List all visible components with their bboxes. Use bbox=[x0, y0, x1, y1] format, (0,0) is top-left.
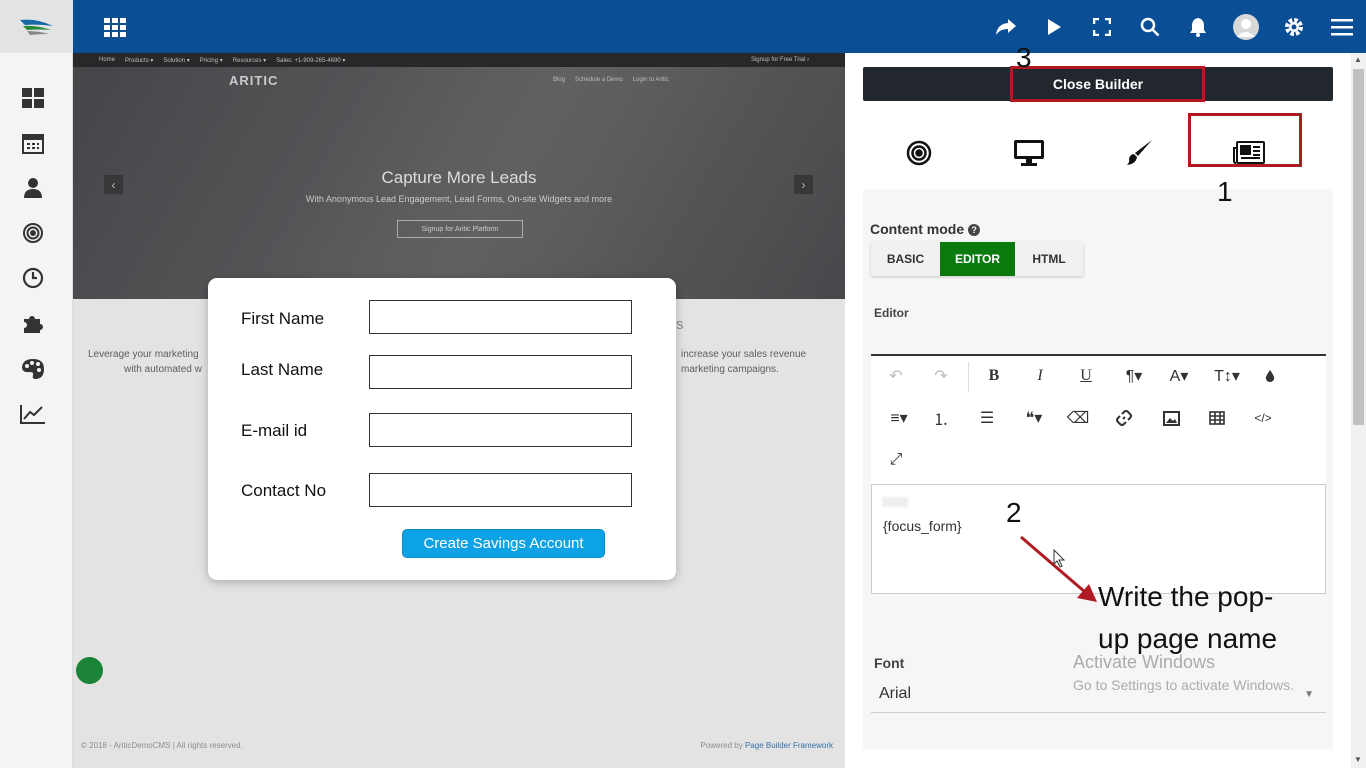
table-icon[interactable] bbox=[1203, 404, 1231, 432]
mode-editor-button[interactable]: EDITOR bbox=[940, 242, 1015, 276]
first-name-label: First Name bbox=[241, 309, 325, 328]
annotation-number-1: 1 bbox=[1217, 176, 1233, 207]
italic-icon[interactable]: I bbox=[1026, 362, 1054, 390]
undo-icon[interactable]: ↶ bbox=[882, 362, 910, 390]
activate-windows-subtitle: Go to Settings to activate Windows. bbox=[1073, 677, 1294, 693]
play-icon[interactable] bbox=[1030, 0, 1078, 53]
clock-icon[interactable] bbox=[20, 265, 46, 291]
code-view-icon[interactable]: </> bbox=[1249, 404, 1277, 432]
top-bar bbox=[0, 0, 1366, 53]
scroll-down-icon[interactable]: ▼ bbox=[1354, 755, 1362, 764]
editor-toolbar: ↶ ↷ B I U ¶▾ A▾ T↕▾ ≡▾ ⒈ ☰ ❝▾ ⌫ </> ⤢ bbox=[871, 354, 1326, 484]
annotation-arrow-icon bbox=[1020, 535, 1097, 602]
palette-icon[interactable] bbox=[20, 356, 46, 382]
search-icon[interactable] bbox=[1126, 0, 1174, 53]
gear-icon[interactable] bbox=[1270, 0, 1318, 53]
contacts-user-icon[interactable] bbox=[20, 175, 46, 201]
contact-label: Contact No bbox=[241, 481, 327, 500]
quote-icon[interactable]: ❝▾ bbox=[1017, 404, 1051, 432]
fullscreen-icon[interactable] bbox=[1078, 0, 1126, 53]
email-input[interactable] bbox=[369, 413, 632, 447]
bold-icon[interactable]: B bbox=[980, 362, 1008, 390]
calendar-icon[interactable] bbox=[20, 130, 46, 156]
annotation-box-close-builder bbox=[1010, 66, 1205, 102]
help-icon[interactable]: ? bbox=[968, 224, 981, 236]
font-select-value: Arial bbox=[879, 684, 912, 702]
content-mode-title: Content mode? bbox=[870, 221, 981, 237]
image-icon[interactable] bbox=[1157, 404, 1185, 432]
annotation-note: Write the pop-up page name bbox=[1098, 581, 1278, 654]
annotation-number-3: 3 bbox=[1016, 42, 1032, 73]
email-label: E-mail id bbox=[241, 421, 308, 440]
mouse-cursor-icon bbox=[1053, 549, 1066, 568]
ordered-list-icon[interactable]: ⒈ bbox=[927, 404, 955, 432]
top-toolbar bbox=[982, 0, 1366, 53]
mode-html-button[interactable]: HTML bbox=[1015, 242, 1083, 276]
blurred-text bbox=[882, 497, 908, 507]
popup-form-modal: First Name Last Name E-mail id Contact N… bbox=[208, 278, 676, 580]
redo-icon[interactable]: ↷ bbox=[927, 362, 955, 390]
unordered-list-icon[interactable]: ☰ bbox=[973, 404, 1001, 432]
annotation-box-content-tab bbox=[1188, 113, 1302, 167]
toolbar-separator bbox=[968, 362, 969, 392]
last-name-input[interactable] bbox=[369, 355, 632, 389]
font-label: Font bbox=[874, 655, 905, 671]
puzzle-icon[interactable] bbox=[20, 310, 46, 336]
first-name-input[interactable] bbox=[369, 300, 632, 334]
font-color-icon[interactable]: A▾ bbox=[1162, 362, 1196, 390]
align-icon[interactable]: ≡▾ bbox=[882, 404, 916, 432]
app-logo[interactable] bbox=[0, 0, 73, 53]
scroll-up-icon[interactable]: ▲ bbox=[1354, 55, 1362, 64]
left-sidebar bbox=[0, 53, 73, 768]
dashboard-icon[interactable] bbox=[20, 85, 46, 111]
annotation-number-2: 2 bbox=[1006, 497, 1022, 528]
color-drop-icon[interactable] bbox=[1256, 362, 1284, 390]
brush-icon[interactable] bbox=[1083, 123, 1195, 183]
chevron-down-icon: ▼ bbox=[1304, 689, 1314, 700]
text-size-icon[interactable]: T↕▾ bbox=[1210, 362, 1244, 390]
reports-chart-icon[interactable] bbox=[20, 401, 46, 427]
content-mode-label: Content mode bbox=[870, 221, 965, 237]
eraser-icon[interactable]: ⌫ bbox=[1064, 404, 1092, 432]
panel-scrollbar[interactable]: ▲ ▼ bbox=[1351, 53, 1366, 768]
apps-grid-icon[interactable] bbox=[104, 18, 126, 38]
bell-icon[interactable] bbox=[1174, 0, 1222, 53]
underline-icon[interactable]: U bbox=[1072, 362, 1100, 390]
last-name-label: Last Name bbox=[241, 360, 324, 379]
create-savings-account-button[interactable]: Create Savings Account bbox=[402, 529, 605, 558]
user-avatar[interactable] bbox=[1222, 0, 1270, 53]
hamburger-menu-icon[interactable] bbox=[1318, 0, 1366, 53]
editor-content-text: {focus_form} bbox=[883, 518, 962, 534]
link-icon[interactable] bbox=[1110, 404, 1138, 432]
expand-icon[interactable]: ⤢ bbox=[882, 446, 910, 474]
target-icon[interactable] bbox=[863, 123, 975, 183]
mode-basic-button[interactable]: BASIC bbox=[871, 242, 940, 276]
scroll-thumb[interactable] bbox=[1353, 69, 1364, 425]
editor-label: Editor bbox=[874, 306, 909, 320]
target-nav-icon[interactable] bbox=[20, 220, 46, 246]
logo-wing-icon bbox=[19, 19, 53, 35]
contact-input[interactable] bbox=[369, 473, 632, 507]
desktop-icon[interactable] bbox=[973, 123, 1085, 183]
paragraph-format-icon[interactable]: ¶▾ bbox=[1117, 362, 1151, 390]
content-mode-toggle: BASIC EDITOR HTML bbox=[871, 242, 1083, 276]
